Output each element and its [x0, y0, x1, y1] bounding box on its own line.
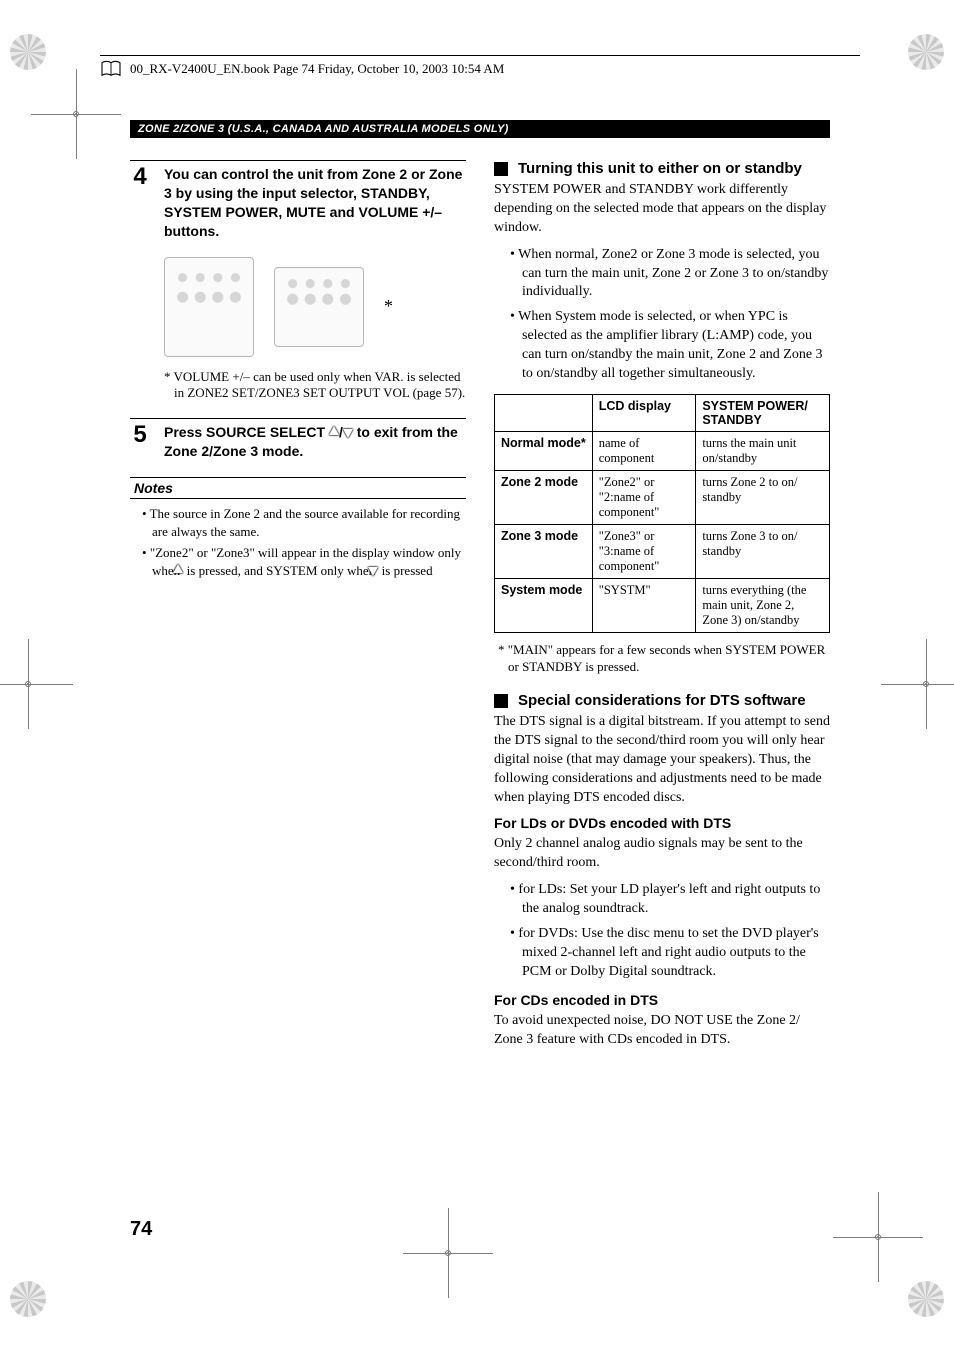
- note-item: The source in Zone 2 and the source avai…: [142, 505, 466, 540]
- subhead-text: Turning this unit to either on or standb…: [518, 160, 802, 177]
- table-cell: name of component: [592, 431, 696, 470]
- table-cell: "SYSTM": [592, 578, 696, 632]
- notes-list: The source in Zone 2 and the source avai…: [130, 505, 466, 579]
- table-cell: turns Zone 3 to on/ standby: [696, 524, 830, 578]
- step-4: 4 You can control the unit from Zone 2 o…: [130, 160, 466, 241]
- step-number: 5: [130, 423, 150, 461]
- table-rowhead: Normal mode*: [495, 431, 593, 470]
- table-cell: turns the main unit on/standby: [696, 431, 830, 470]
- subhead-ld-dvd: For LDs or DVDs encoded with DTS: [494, 815, 830, 831]
- table-rowhead: Zone 3 mode: [495, 524, 593, 578]
- table-row: Zone 2 mode "Zone2" or "2:name of compon…: [495, 470, 830, 524]
- table-cell: turns everything (the main unit, Zone 2,…: [696, 578, 830, 632]
- subhead-cd: For CDs encoded in DTS: [494, 992, 830, 1008]
- crop-mark: [860, 1219, 896, 1255]
- subhead-dts: Special considerations for DTS software: [494, 692, 830, 709]
- body-paragraph: SYSTEM POWER and STANDBY work differentl…: [494, 181, 830, 238]
- table-rowhead: Zone 2 mode: [495, 470, 593, 524]
- bullet-list: When normal, Zone2 or Zone 3 mode is sel…: [494, 246, 830, 384]
- table-row: System mode "SYSTM" turns everything (th…: [495, 578, 830, 632]
- step-body: Press SOURCE SELECT / to exit from the Z…: [164, 423, 466, 461]
- mode-table: LCD display SYSTEM POWER/ STANDBY Normal…: [494, 394, 830, 633]
- section-banner: ZONE 2/ZONE 3 (U.S.A., CANADA AND AUSTRA…: [130, 120, 830, 138]
- table-row: Zone 3 mode "Zone3" or "3:name of compon…: [495, 524, 830, 578]
- notes-heading: Notes: [130, 477, 466, 499]
- page-number: 74: [130, 1218, 152, 1241]
- register-mark: [10, 34, 46, 70]
- step5-pre: Press SOURCE SELECT: [164, 424, 329, 440]
- table-header: LCD display: [592, 394, 696, 431]
- table-cell: "Zone2" or "2:name of component": [592, 470, 696, 524]
- body-paragraph: To avoid unexpected noise, DO NOT USE th…: [494, 1012, 830, 1050]
- triangle-down-icon: [343, 428, 353, 440]
- register-mark: [908, 34, 944, 70]
- bullet-item: When System mode is selected, or when YP…: [510, 308, 830, 384]
- table-rowhead: System mode: [495, 578, 593, 632]
- table-cell: turns Zone 2 to on/ standby: [696, 470, 830, 524]
- remote-diagram-2: [274, 267, 364, 347]
- subhead-turning-unit: Turning this unit to either on or standb…: [494, 160, 830, 177]
- square-bullet-icon: [494, 162, 508, 176]
- bullet-list: for LDs: Set your LD player's left and r…: [494, 881, 830, 981]
- page-header: 00_RX-V2400U_EN.book Page 74 Friday, Oct…: [100, 55, 860, 78]
- crop-mark: [908, 666, 944, 702]
- triangle-up-icon: [329, 428, 339, 440]
- table-row: Normal mode* name of component turns the…: [495, 431, 830, 470]
- remote-diagram-1: [164, 257, 254, 357]
- register-mark: [10, 1281, 46, 1317]
- bullet-item: for LDs: Set your LD player's left and r…: [510, 881, 830, 919]
- right-column: Turning this unit to either on or standb…: [494, 160, 830, 1057]
- table-header: SYSTEM POWER/ STANDBY: [696, 394, 830, 431]
- remote-illustrations: *: [164, 257, 466, 357]
- table-header: [495, 394, 593, 431]
- note-item: "Zone2" or "Zone3" will appear in the di…: [142, 544, 466, 579]
- crop-mark: [58, 96, 94, 132]
- crop-mark: [430, 1235, 466, 1271]
- body-paragraph: Only 2 channel analog audio signals may …: [494, 835, 830, 873]
- note-item-mid: is pressed, and SYSTEM only when: [183, 563, 378, 578]
- step-4-footnote: * VOLUME +/– can be used only when VAR. …: [164, 369, 466, 403]
- bullet-item: for DVDs: Use the disc menu to set the D…: [510, 925, 830, 982]
- step-5: 5 Press SOURCE SELECT / to exit from the…: [130, 418, 466, 461]
- bullet-item: When normal, Zone2 or Zone 3 mode is sel…: [510, 246, 830, 303]
- table-cell: "Zone3" or "3:name of component": [592, 524, 696, 578]
- asterisk-icon: *: [384, 296, 393, 317]
- square-bullet-icon: [494, 694, 508, 708]
- step-number: 4: [130, 165, 150, 241]
- register-mark: [908, 1281, 944, 1317]
- step-body: You can control the unit from Zone 2 or …: [164, 165, 466, 241]
- body-paragraph: The DTS signal is a digital bitstream. I…: [494, 713, 830, 807]
- subhead-text: Special considerations for DTS software: [518, 692, 806, 709]
- table-footnote: * "MAIN" appears for a few seconds when …: [494, 641, 830, 676]
- book-icon: [100, 60, 122, 78]
- crop-mark: [10, 666, 46, 702]
- left-column: 4 You can control the unit from Zone 2 o…: [130, 160, 466, 1057]
- note-item-end: is pressed: [378, 563, 432, 578]
- page-header-text: 00_RX-V2400U_EN.book Page 74 Friday, Oct…: [130, 61, 504, 77]
